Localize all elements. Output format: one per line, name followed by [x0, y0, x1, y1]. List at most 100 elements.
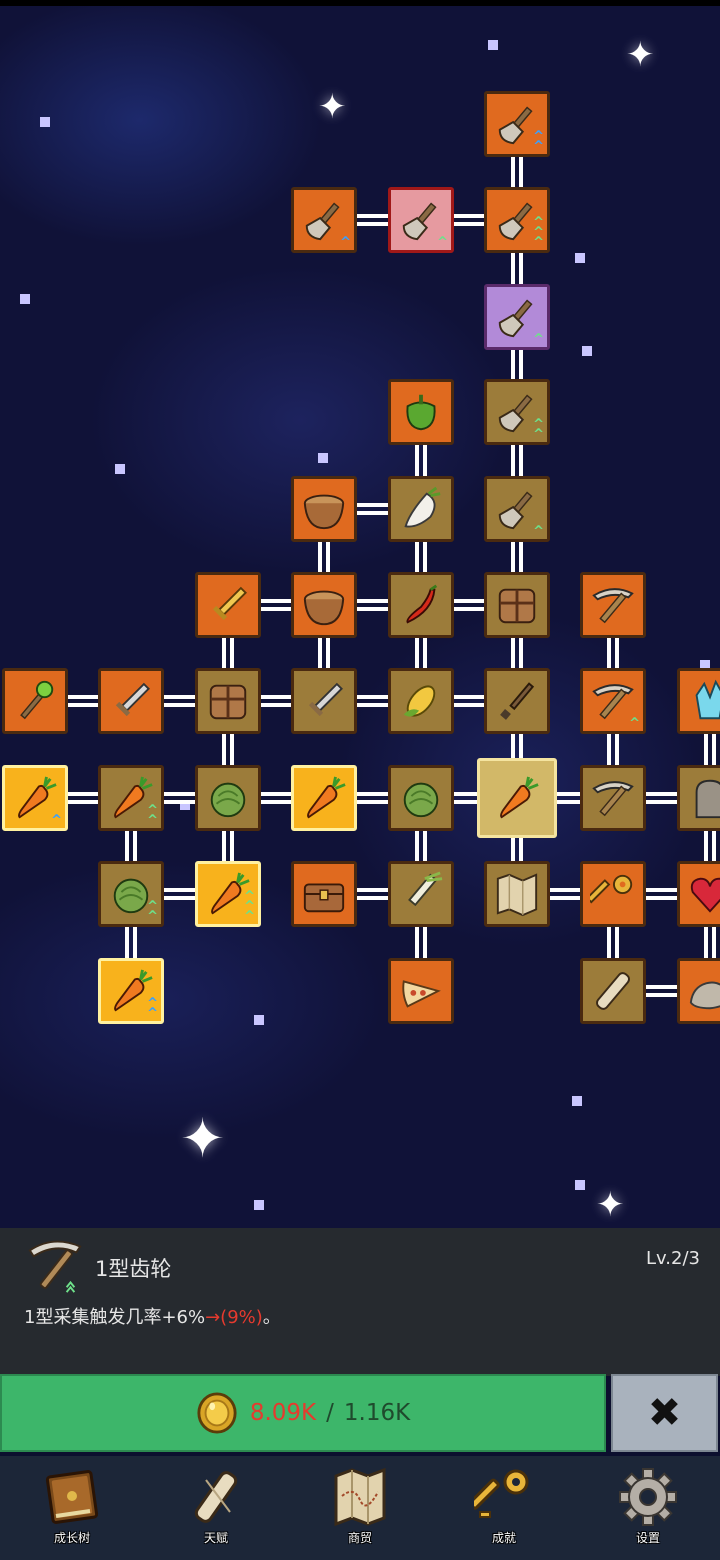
- skill-node-pick2[interactable]: ^: [580, 668, 646, 734]
- pickaxe-icon: [592, 588, 634, 624]
- skill-node-chest[interactable]: [291, 861, 357, 927]
- skill-node-carrot2[interactable]: ^ ^: [98, 765, 164, 831]
- skill-node-key[interactable]: [580, 861, 646, 927]
- upgrade-arrows-icon: ^: [437, 235, 448, 250]
- skill-node-bowl1[interactable]: [291, 476, 357, 542]
- upgrade-arrows-icon: ^: [629, 716, 640, 731]
- skill-node-pizza[interactable]: [388, 958, 454, 1024]
- key-icon: [590, 874, 633, 904]
- map-icon: [496, 873, 538, 917]
- description-suffix: 。: [262, 1307, 281, 1328]
- upgrade-arrows-icon: ^ ^ ^: [533, 215, 544, 250]
- sword-icon: [308, 682, 343, 717]
- skill-node-pepper[interactable]: [388, 379, 454, 445]
- nav-achievement[interactable]: 成就: [432, 1456, 576, 1560]
- skill-node-s2[interactable]: ^: [291, 187, 357, 253]
- skill-node-pick3[interactable]: [580, 765, 646, 831]
- skill-node-crate2[interactable]: [195, 668, 261, 734]
- gold-sword-icon: [212, 586, 247, 621]
- space-background: ✦ ✦ ✦ ✦ ^ ^ ^ ^ ^ ^ ^ ^ ^ ^ ^ ^ ^ ^ ^ ^ ^ ^ ^ ^ ^ ^: [0, 0, 720, 1228]
- skill-node-radish[interactable]: [388, 476, 454, 542]
- skill-node-carrot4[interactable]: ^ ^ ^: [195, 861, 261, 927]
- skill-node-scroll[interactable]: [580, 958, 646, 1024]
- nav-label: 天赋: [203, 1531, 228, 1545]
- skill-node-chili[interactable]: [388, 572, 454, 638]
- book-icon: [45, 1470, 99, 1524]
- crystal-icon: [695, 679, 720, 720]
- crate-icon: [498, 588, 536, 624]
- skill-node-cabbage3[interactable]: ^ ^: [98, 861, 164, 927]
- skill-node-pick1[interactable]: [580, 572, 646, 638]
- nav-trade[interactable]: 商贸: [288, 1456, 432, 1560]
- close-icon: ✖: [647, 1390, 682, 1436]
- skill-node-s6[interactable]: ^ ^: [484, 379, 550, 445]
- skill-node-corn[interactable]: [388, 668, 454, 734]
- pickaxe-icon: [28, 1240, 82, 1293]
- skill-node-cabbage2[interactable]: [388, 765, 454, 831]
- map-icon: [334, 1467, 386, 1527]
- skill-node-dagger[interactable]: [484, 668, 550, 734]
- skill-node-sword2[interactable]: [98, 668, 164, 734]
- bowl-icon: [303, 590, 345, 626]
- skill-node-carrot1[interactable]: ^: [2, 765, 68, 831]
- upgrade-arrows-icon: ^: [340, 235, 351, 250]
- skill-node-carrot-main[interactable]: [477, 758, 557, 838]
- skill-title: 1型齿轮: [95, 1257, 172, 1281]
- coin-icon: [197, 1392, 237, 1434]
- sword-icon: [115, 682, 150, 717]
- crate-icon: [209, 684, 247, 720]
- nav-talent[interactable]: 天赋: [144, 1456, 288, 1560]
- description-text: 1型采集触发几率+6%: [24, 1307, 206, 1328]
- skill-node-map[interactable]: [484, 861, 550, 927]
- skill-node-s4[interactable]: ^ ^ ^: [484, 187, 550, 253]
- skill-node-staff[interactable]: [2, 668, 68, 734]
- chest-icon: [303, 883, 345, 913]
- key-icon: [474, 1469, 529, 1518]
- bell-pepper-icon: [406, 394, 436, 431]
- skill-node-carrot5[interactable]: ^ ^: [98, 958, 164, 1024]
- carrot-icon: [500, 776, 539, 819]
- upgrade-arrows-icon: ^ ^: [147, 899, 158, 924]
- skill-node-s7[interactable]: ^: [484, 476, 550, 542]
- upgrade-arrows-icon: ^ ^: [533, 417, 544, 442]
- upgrade-arrows-icon: ^ ^ ^: [244, 889, 255, 924]
- skill-description: 1型采集触发几率+6%→(9%)。: [24, 1303, 281, 1329]
- radish-icon: [404, 486, 441, 528]
- upgrade-arrows-icon: ^: [533, 332, 544, 347]
- skill-node-s5[interactable]: ^: [484, 284, 550, 350]
- nav-label: 成就: [491, 1531, 516, 1545]
- nav-settings[interactable]: 设置: [576, 1456, 720, 1560]
- heart-icon: [690, 877, 720, 913]
- nav-label: 成长树: [53, 1531, 90, 1545]
- close-button[interactable]: ✖: [611, 1374, 718, 1452]
- upgrade-arrows-icon: ^ ^: [147, 996, 158, 1021]
- cabbage-icon: [210, 782, 246, 818]
- scroll-icon: [596, 972, 630, 1010]
- skill-node-crystal[interactable]: [677, 668, 720, 734]
- skill-node-stone[interactable]: [677, 765, 720, 831]
- tombstone-icon: [695, 779, 720, 819]
- upgrade-arrows-icon: ^ ^: [147, 803, 158, 828]
- upgrade-arrows-icon: ^: [51, 813, 62, 828]
- skill-node-heart[interactable]: [677, 861, 720, 927]
- upgrade-arrows-icon: ^ ^: [533, 129, 544, 154]
- skill-node-bowl2[interactable]: [291, 572, 357, 638]
- skill-node-sword3[interactable]: [291, 668, 357, 734]
- skill-node-s3[interactable]: ^: [388, 187, 454, 253]
- nav-growth-tree[interactable]: 成长树: [0, 1456, 144, 1560]
- current-coins: 8.09K: [249, 1400, 317, 1426]
- skill-level: Lv.2/3: [646, 1248, 700, 1269]
- staff-icon: [20, 680, 54, 720]
- upgrade-button[interactable]: 8.09K / 1.16K: [0, 1374, 606, 1452]
- pizza-icon: [402, 980, 441, 1008]
- gear-icon: [619, 1468, 677, 1526]
- skill-node-leek[interactable]: [388, 861, 454, 927]
- dagger-icon: [500, 682, 535, 720]
- skill-node-cabbage1[interactable]: [195, 765, 261, 831]
- skill-node-carrot3[interactable]: [291, 765, 357, 831]
- skill-node-s1[interactable]: ^ ^: [484, 91, 550, 157]
- skill-node-crate1[interactable]: [484, 572, 550, 638]
- skill-node-sword1[interactable]: [195, 572, 261, 638]
- skill-node-rock[interactable]: [677, 958, 720, 1024]
- leek-icon: [408, 871, 443, 907]
